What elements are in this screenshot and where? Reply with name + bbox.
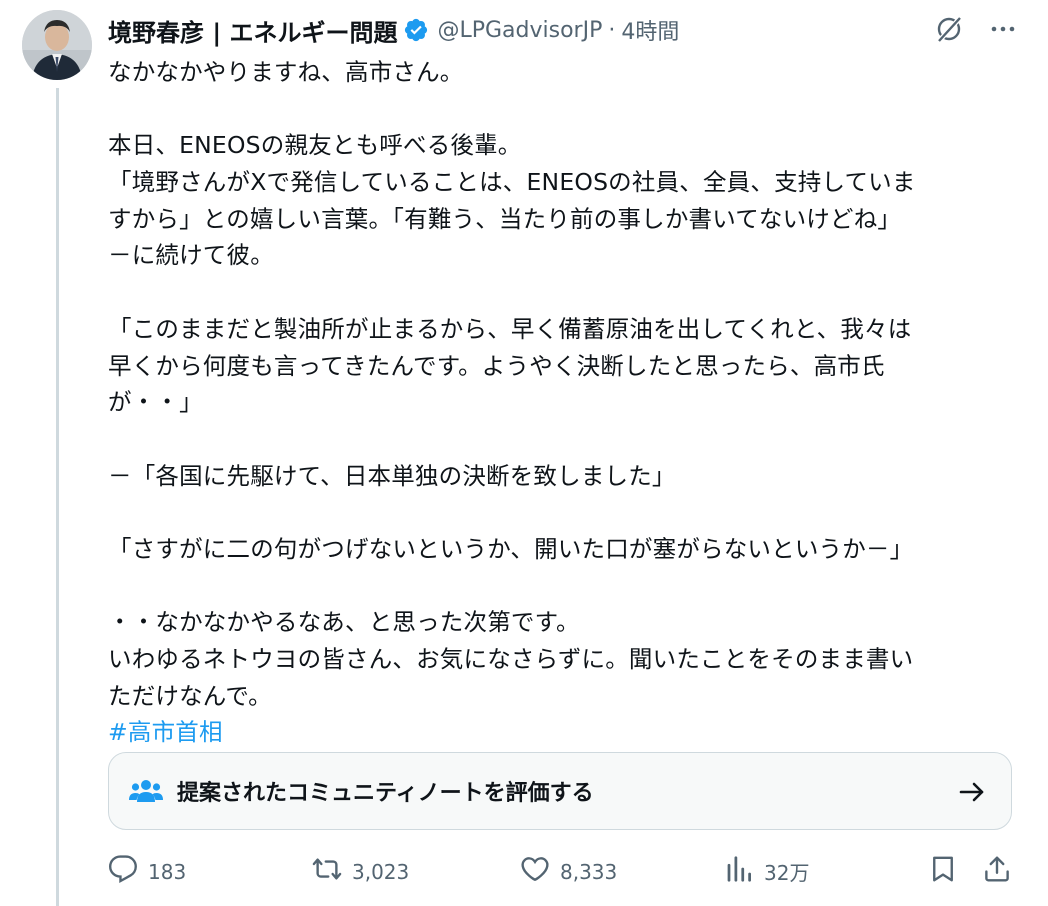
tweet-line: 「境野さんがXで発信していることは、ENEOSの社員、全員、支持していま [108, 168, 916, 197]
author-handle[interactable]: @LPGadvisorJP [437, 18, 602, 43]
tweet-timestamp[interactable]: 4時間 [621, 14, 679, 46]
tweet-line: が・・」 [108, 388, 203, 417]
tweet-top-actions [934, 14, 1018, 44]
share-button[interactable] [982, 854, 1012, 889]
tweet-line: 「このままだと製油所が止まるから、早く備蓄原油を出してくれと、我々は [108, 314, 912, 343]
tweet-line: いわゆるネトウヨの皆さん、お気になさらずに。聞いたことをそのまま書い [108, 645, 914, 673]
header-separator: · [608, 17, 616, 43]
repost-button[interactable]: 3,023 [312, 854, 409, 889]
like-count: 8,333 [560, 859, 618, 884]
thread-line [56, 88, 59, 906]
reply-button[interactable]: 183 [108, 854, 186, 889]
views-button[interactable]: 32万 [724, 854, 809, 889]
bookmark-button[interactable] [928, 854, 958, 889]
views-icon [724, 854, 754, 889]
tweet-line [108, 568, 1008, 605]
grok-icon[interactable] [934, 14, 964, 44]
arrow-right-icon [957, 777, 987, 807]
community-note-button[interactable]: 提案されたコミュニティノートを評価する [108, 752, 1012, 830]
tweet-line: 早くから何度も言ってきたんです。ようやく決断したと思ったら、高市氏 [108, 351, 885, 380]
tweet-line [108, 494, 1008, 531]
reply-count: 183 [148, 859, 187, 884]
tweet-line: 「さすがに二の句がつげないというか、開いた口が塞がらないというか－」 [108, 534, 914, 563]
repost-count: 3,023 [352, 859, 410, 884]
tweet-line [108, 91, 1008, 128]
tweet-line: すから」との嬉しい言葉。「有難う、当たり前の事しか書いてないけどね」 [108, 204, 902, 233]
people-icon [129, 776, 163, 806]
hashtag-link[interactable]: #高市首相 [108, 718, 223, 746]
community-note-label: 提案されたコミュニティノートを評価する [177, 781, 594, 806]
views-count: 32万 [764, 861, 810, 885]
tweet-line: なかなかやりますね、高市さん。 [108, 58, 464, 86]
tweet-line: 本日、ENEOSの親友とも呼べる後輩。 [108, 131, 522, 160]
like-button[interactable]: 8,333 [520, 854, 617, 889]
tweet-line: ただけなんで。 [108, 681, 272, 710]
tweet: 境野春彦 | エネルギー問題 @LPGadvisorJP · 4時間 なかなかや… [0, 0, 1048, 906]
tweet-text: なかなかやりますね、高市さん。 本日、ENEOSの親友とも呼べる後輩。 「境野さ… [108, 54, 1008, 751]
avatar[interactable] [22, 10, 92, 80]
tweet-header: 境野春彦 | エネルギー問題 @LPGadvisorJP · 4時間 [108, 10, 928, 50]
reply-icon [108, 854, 138, 889]
tweet-line [108, 274, 1008, 311]
heart-icon [520, 854, 550, 889]
tweet-line: ・・なかなかやるなあ、と思った次第です。 [108, 608, 580, 637]
author-name[interactable]: 境野春彦 | エネルギー問題 [108, 13, 397, 48]
verified-badge-icon[interactable] [403, 17, 429, 43]
bookmark-icon [928, 854, 958, 889]
share-icon [982, 854, 1012, 889]
more-icon[interactable] [988, 14, 1018, 44]
repost-icon [312, 854, 342, 889]
tweet-line: －に続けて彼。 [108, 241, 274, 270]
tweet-line [108, 421, 1008, 458]
tweet-line: －「各国に先駆けて、日本単独の決断を致しました」 [108, 461, 676, 490]
tweet-actions: 183 3,023 8,333 32万 [108, 848, 1020, 894]
